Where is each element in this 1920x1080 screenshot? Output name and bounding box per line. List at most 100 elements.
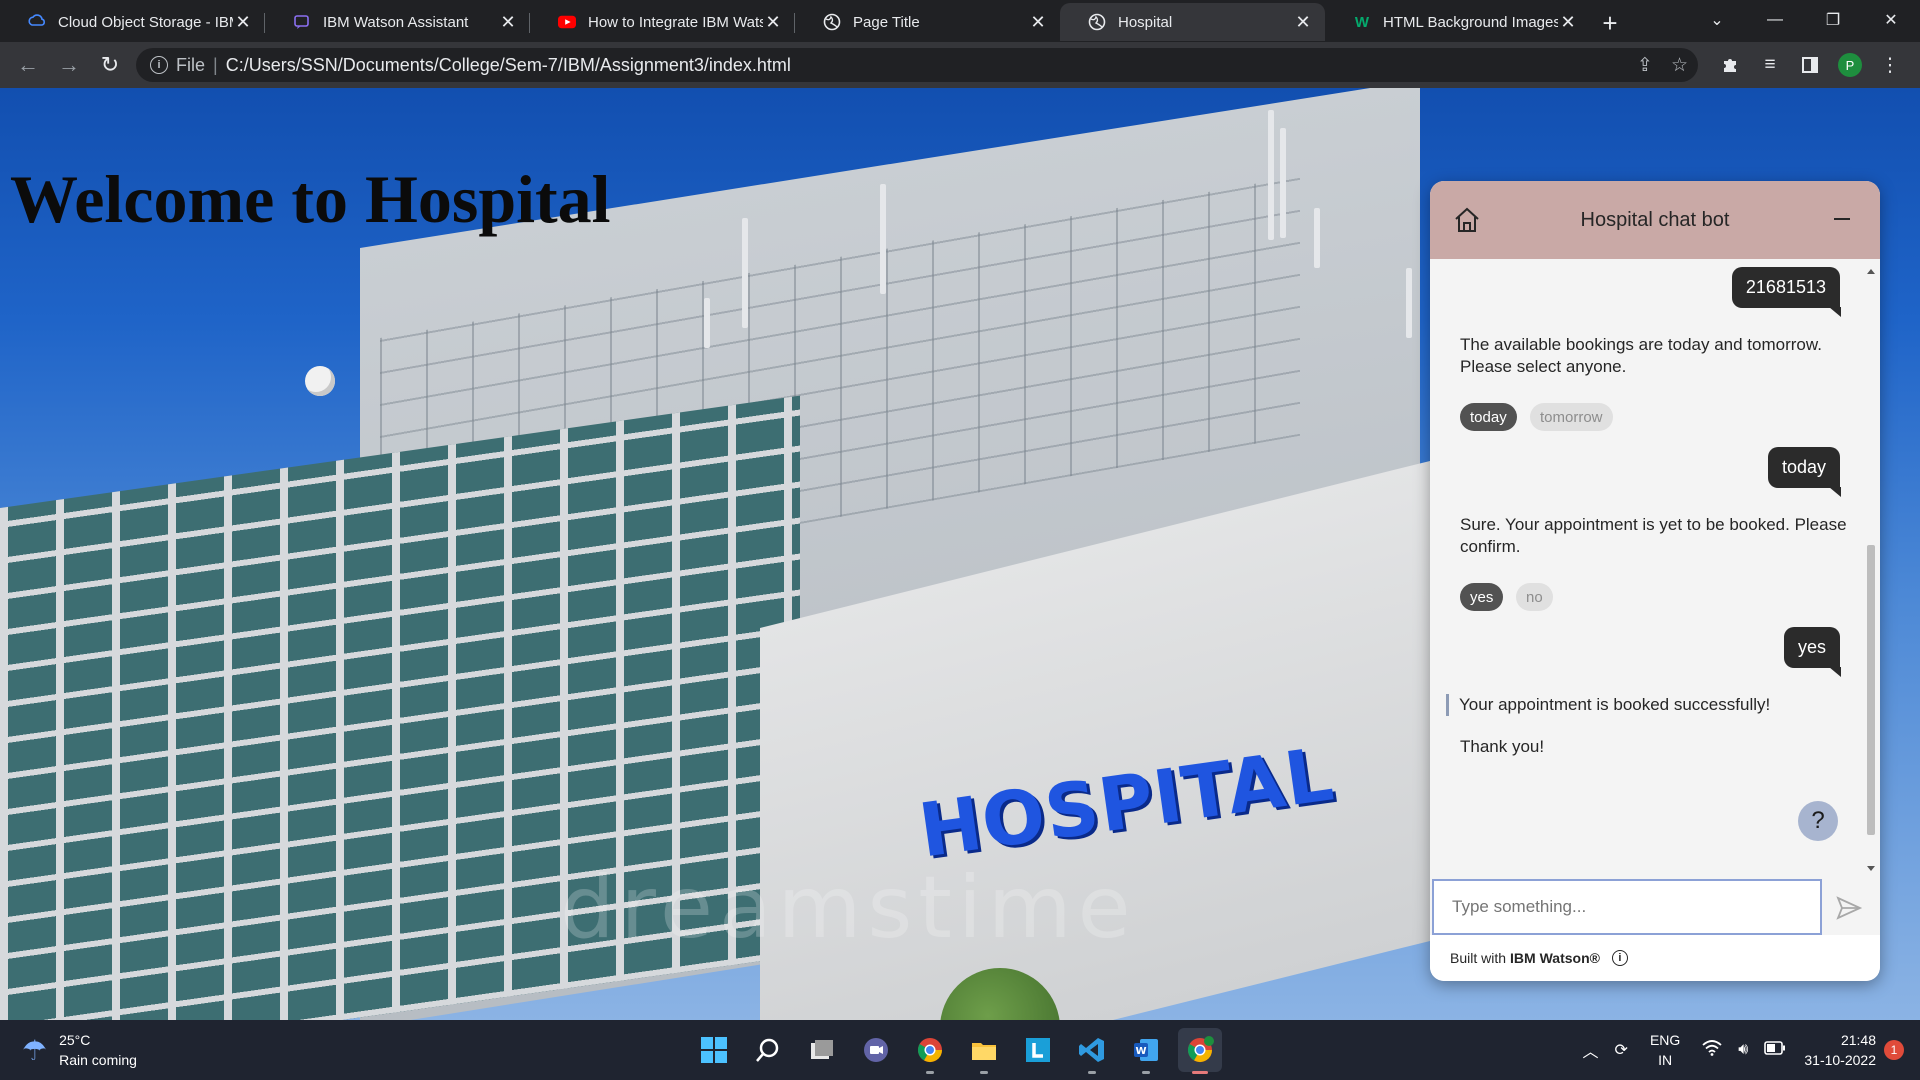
clock-date: 31-10-2022 xyxy=(1804,1052,1876,1068)
tab-search-icon[interactable]: ⌄ xyxy=(1688,0,1746,40)
kebab-menu-icon[interactable]: ⋮ xyxy=(1870,45,1910,85)
info-icon[interactable]: i xyxy=(1611,950,1628,966)
close-window-icon[interactable]: ✕ xyxy=(1862,0,1920,40)
running-indicator xyxy=(980,1071,988,1074)
system-tray: ︿ ⟳ ENG IN 🔊︎ 21:48 31-10-2022 1 xyxy=(1575,1020,1920,1080)
address-scheme: File xyxy=(176,54,206,75)
chrome-profile-icon[interactable] xyxy=(1178,1028,1222,1074)
taskbar-apps: W xyxy=(692,1028,1222,1074)
option-today-button[interactable]: today xyxy=(1460,403,1517,431)
tab-page-title[interactable]: Page Title ✕ xyxy=(795,3,1060,41)
umbrella-rain-icon: ☂ xyxy=(22,1034,48,1066)
tab-title: HTML Background Images xyxy=(1383,13,1558,31)
wifi-icon[interactable] xyxy=(1702,1039,1722,1061)
vscode-icon[interactable] xyxy=(1070,1028,1114,1074)
profile-avatar[interactable]: P xyxy=(1830,45,1870,85)
chat-message-input[interactable] xyxy=(1432,879,1822,935)
scrollbar-thumb[interactable] xyxy=(1867,545,1875,835)
minimize-window-icon[interactable]: — xyxy=(1746,0,1804,40)
antenna-icon xyxy=(880,184,886,294)
new-tab-button[interactable]: + xyxy=(1590,4,1630,42)
clock-time: 21:48 xyxy=(1840,1032,1876,1048)
browser-tab-strip: Cloud Object Storage - IBM ✕ IBM Watson … xyxy=(0,0,1920,42)
help-button[interactable]: ? xyxy=(1798,801,1838,841)
option-no-button[interactable]: no xyxy=(1516,583,1553,611)
globe-icon xyxy=(1088,13,1106,31)
tab-ibm-watson-assistant[interactable]: IBM Watson Assistant ✕ xyxy=(265,3,530,41)
word-icon[interactable]: W xyxy=(1124,1028,1168,1074)
battery-icon[interactable] xyxy=(1764,1040,1786,1060)
bot-message: Your appointment is booked successfully! xyxy=(1446,694,1836,716)
start-windows-icon[interactable] xyxy=(692,1028,736,1072)
chat-scrollbar[interactable] xyxy=(1864,259,1878,879)
page-viewport: HOSPITAL dreamstime Welcome to Hospital … xyxy=(0,88,1920,1020)
option-yes-button[interactable]: yes xyxy=(1460,583,1504,611)
close-tab-icon[interactable]: ✕ xyxy=(1028,12,1048,32)
tab-youtube-video[interactable]: How to Integrate IBM Watso ✕ xyxy=(530,3,795,41)
chatbot-widget: Hospital chat bot 21681513 The available… xyxy=(1430,181,1880,981)
close-tab-icon[interactable]: ✕ xyxy=(1558,12,1578,32)
user-message: yes xyxy=(1783,627,1842,677)
antenna-icon xyxy=(704,298,710,348)
extensions-puzzle-icon[interactable] xyxy=(1710,45,1750,85)
sync-icon[interactable]: ⟳ xyxy=(1615,1040,1628,1060)
file-explorer-icon[interactable] xyxy=(962,1028,1006,1074)
language-indicator[interactable]: ENG IN xyxy=(1650,1030,1680,1070)
scroll-down-arrow-icon[interactable] xyxy=(1867,866,1875,871)
address-url: C:/Users/SSN/Documents/College/Sem-7/IBM… xyxy=(225,54,791,75)
language-code: ENG xyxy=(1649,1032,1681,1048)
tab-html-background-images[interactable]: W HTML Background Images ✕ xyxy=(1325,3,1590,41)
reload-icon[interactable]: ↻ xyxy=(90,45,130,85)
address-bar[interactable]: i File | C:/Users/SSN/Documents/College/… xyxy=(136,48,1698,82)
chrome-icon[interactable] xyxy=(908,1028,952,1074)
weather-temperature: 25°C xyxy=(59,1032,91,1048)
bookmark-star-icon[interactable]: ☆ xyxy=(1671,54,1688,77)
home-icon[interactable] xyxy=(1452,205,1482,235)
region-code: IN xyxy=(1658,1052,1673,1068)
task-view-icon[interactable] xyxy=(800,1028,844,1072)
chat-header: Hospital chat bot xyxy=(1430,181,1880,259)
close-tab-icon[interactable]: ✕ xyxy=(498,12,518,32)
tab-title: How to Integrate IBM Watso xyxy=(588,13,763,31)
launcher-l-icon[interactable] xyxy=(1016,1028,1060,1072)
send-icon[interactable] xyxy=(1834,893,1864,923)
tab-hospital[interactable]: Hospital ✕ xyxy=(1060,3,1325,41)
back-arrow-icon[interactable]: ← xyxy=(8,45,48,85)
svg-text:W: W xyxy=(1135,1046,1146,1057)
close-tab-icon[interactable]: ✕ xyxy=(233,12,253,32)
weather-widget[interactable]: ☂ 25°C Rain coming xyxy=(22,1030,137,1070)
tab-cloud-object-storage[interactable]: Cloud Object Storage - IBM ✕ xyxy=(0,3,265,41)
w3schools-icon: W xyxy=(1354,13,1370,31)
user-message: today xyxy=(1767,447,1842,497)
notification-badge[interactable]: 1 xyxy=(1884,1040,1904,1060)
site-info-icon[interactable]: i xyxy=(150,56,168,74)
antenna-icon xyxy=(1314,208,1320,268)
chevron-up-icon[interactable]: ︿ xyxy=(1583,1038,1599,1062)
close-tab-icon[interactable]: ✕ xyxy=(1293,12,1313,32)
side-panel-icon[interactable] xyxy=(1790,45,1830,85)
reading-list-icon[interactable]: ≡ xyxy=(1750,45,1790,85)
antenna-icon xyxy=(1280,128,1286,238)
bot-message: The available bookings are today and tom… xyxy=(1460,335,1822,376)
antenna-icon xyxy=(1406,268,1412,338)
chat-message-list: 21681513 The available bookings are toda… xyxy=(1430,259,1880,879)
scroll-up-arrow-icon[interactable] xyxy=(1867,269,1875,274)
teams-chat-icon[interactable] xyxy=(854,1028,898,1072)
running-indicator xyxy=(1142,1071,1150,1074)
option-tomorrow-button[interactable]: tomorrow xyxy=(1530,403,1613,431)
forward-arrow-icon[interactable]: → xyxy=(49,45,89,85)
search-icon[interactable] xyxy=(746,1028,790,1072)
chat-footer: Built with IBM Watson® i xyxy=(1430,935,1880,981)
running-indicator xyxy=(926,1071,934,1074)
weather-description: Rain coming xyxy=(59,1052,137,1068)
footer-prefix: Built with xyxy=(1450,950,1507,966)
minimize-chat-icon[interactable] xyxy=(1834,218,1850,220)
restore-window-icon[interactable]: ❐ xyxy=(1804,0,1862,40)
close-tab-icon[interactable]: ✕ xyxy=(763,12,783,32)
volume-icon[interactable]: 🔊︎ xyxy=(1738,1041,1748,1059)
antenna-icon xyxy=(1268,110,1274,240)
share-icon[interactable]: ⇪ xyxy=(1637,54,1653,77)
clock[interactable]: 21:48 31-10-2022 xyxy=(1804,1030,1876,1070)
tab-title: Hospital xyxy=(1118,13,1173,31)
user-message: 21681513 xyxy=(1731,267,1842,317)
